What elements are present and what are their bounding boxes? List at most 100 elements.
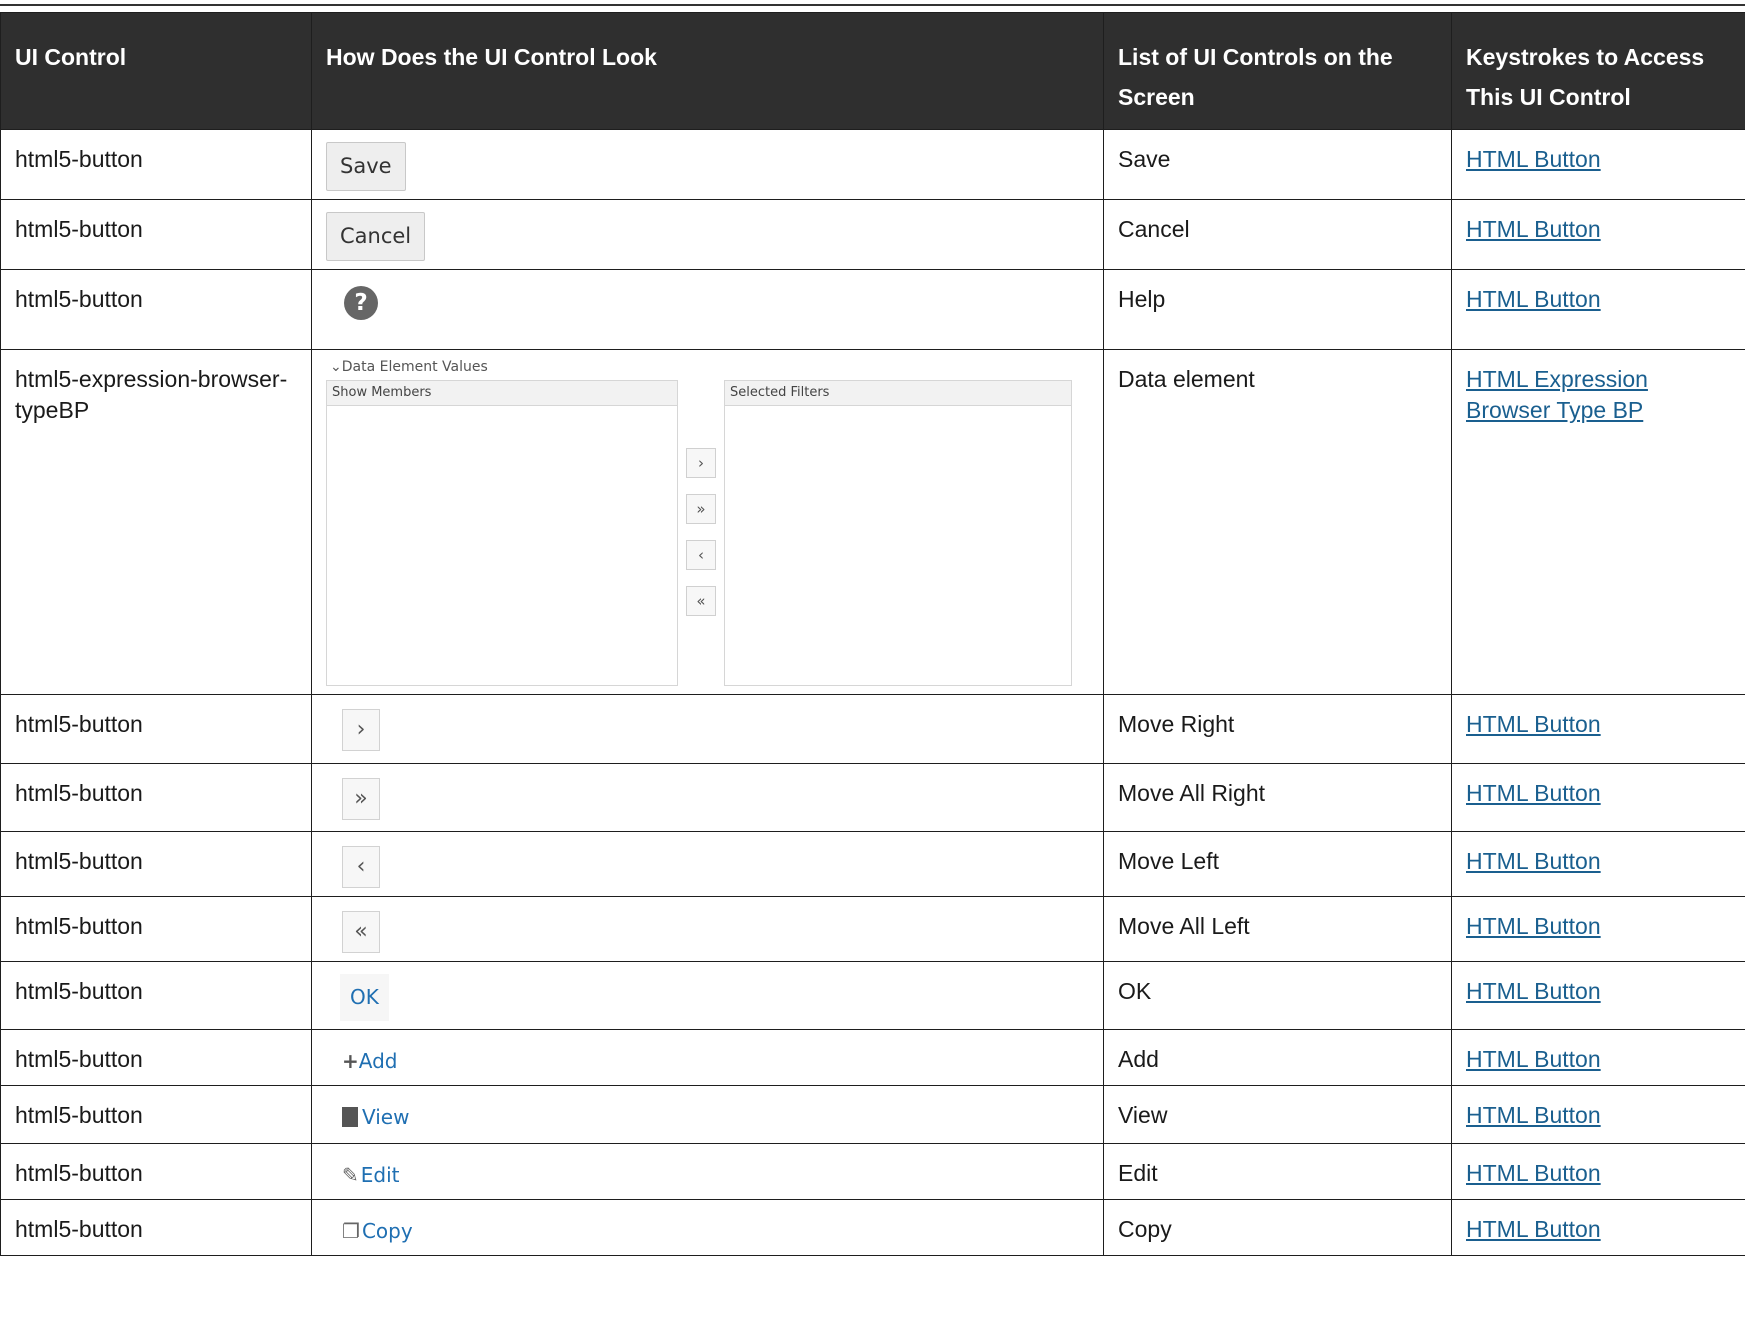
table-row: html5-button ✎ Edit Edit HTML Button <box>0 1143 1745 1200</box>
shuttle-buttons: › » ‹ « <box>686 448 716 632</box>
cell-keys: HTML Button <box>1451 1199 1745 1256</box>
html-button-link[interactable]: HTML Button <box>1466 1102 1601 1128</box>
table-row: html5-button ❐ Copy Copy HTML Button <box>0 1199 1745 1256</box>
header-list: List of UI Controls on the Screen <box>1103 12 1452 130</box>
cell-look: +Add <box>311 1029 1104 1086</box>
header-ui-control: UI Control <box>0 12 312 130</box>
edit-icon: ✎ <box>342 1163 359 1187</box>
table-row: html5-button OK OK HTML Button <box>0 961 1745 1030</box>
cell-name: Cancel <box>1103 199 1452 270</box>
cell-keys: HTML Button <box>1451 129 1745 200</box>
html-button-link[interactable]: HTML Button <box>1466 1046 1601 1072</box>
html-button-link[interactable]: HTML Button <box>1466 286 1601 312</box>
cell-control: html5-button <box>0 1143 312 1200</box>
show-members-panel[interactable]: Show Members <box>326 380 678 686</box>
cell-keys: HTML Button <box>1451 831 1745 897</box>
header-look: How Does the UI Control Look <box>311 12 1104 130</box>
table-header-row: UI Control How Does the UI Control Look … <box>0 12 1745 130</box>
cell-keys: HTML Button <box>1451 269 1745 350</box>
ok-button-sample[interactable]: OK <box>340 974 389 1021</box>
cell-look: ⌄Data Element Values Show Members › » ‹ … <box>311 349 1104 695</box>
table-row: html5-button View View HTML Button <box>0 1085 1745 1144</box>
html-button-link[interactable]: HTML Button <box>1466 711 1601 737</box>
html-button-link[interactable]: HTML Button <box>1466 913 1601 939</box>
html-button-link[interactable]: HTML Button <box>1466 146 1601 172</box>
cell-look: ‹ <box>311 831 1104 897</box>
move-left-button[interactable]: ‹ <box>686 540 716 570</box>
cell-keys: HTML Button <box>1451 896 1745 962</box>
cell-name: OK <box>1103 961 1452 1030</box>
cell-look: Cancel <box>311 199 1104 270</box>
table-row: html5-expression-browser-typeBP ⌄Data El… <box>0 349 1745 695</box>
table-row: html5-button ? Help HTML Button <box>0 269 1745 350</box>
cell-keys: HTML Expression Browser Type BP <box>1451 349 1745 695</box>
html-button-link[interactable]: HTML Button <box>1466 1216 1601 1242</box>
cell-look: View <box>311 1085 1104 1144</box>
html-expression-browser-link[interactable]: HTML Expression Browser Type BP <box>1466 366 1648 423</box>
copy-button-sample[interactable]: ❐ Copy <box>342 1216 413 1247</box>
chevron-left-icon[interactable]: ‹ <box>342 846 380 888</box>
html-button-link[interactable]: HTML Button <box>1466 216 1601 242</box>
cell-name: Move All Right <box>1103 763 1452 832</box>
cell-look: ✎ Edit <box>311 1143 1104 1200</box>
cell-control: html5-button <box>0 1199 312 1256</box>
cell-look: » <box>311 763 1104 832</box>
cell-name: View <box>1103 1085 1452 1144</box>
cell-keys: HTML Button <box>1451 1029 1745 1086</box>
cell-name: Move Right <box>1103 694 1452 764</box>
table-row: html5-button › Move Right HTML Button <box>0 694 1745 764</box>
table-row: html5-button Cancel Cancel HTML Button <box>0 199 1745 270</box>
chevron-right-icon[interactable]: › <box>342 709 380 751</box>
selected-filters-panel[interactable]: Selected Filters <box>724 380 1072 686</box>
double-chevron-right-icon[interactable]: » <box>342 778 380 820</box>
view-button-sample[interactable]: View <box>342 1102 409 1133</box>
cell-control: html5-button <box>0 269 312 350</box>
html-button-link[interactable]: HTML Button <box>1466 848 1601 874</box>
cell-keys: HTML Button <box>1451 199 1745 270</box>
cell-name: Data element <box>1103 349 1452 695</box>
selected-filters-header: Selected Filters <box>725 381 1071 406</box>
cell-control: html5-button <box>0 1029 312 1086</box>
cell-name: Copy <box>1103 1199 1452 1256</box>
add-button-sample[interactable]: +Add <box>342 1046 398 1077</box>
cell-control: html5-button <box>0 896 312 962</box>
move-all-right-button[interactable]: » <box>686 494 716 524</box>
show-members-header: Show Members <box>327 381 677 406</box>
save-button-sample[interactable]: Save <box>326 142 406 191</box>
cell-control: html5-button <box>0 129 312 200</box>
cell-keys: HTML Button <box>1451 763 1745 832</box>
edit-button-sample[interactable]: ✎ Edit <box>342 1160 400 1191</box>
cell-control: html5-button <box>0 763 312 832</box>
document-icon <box>342 1107 358 1127</box>
move-all-left-button[interactable]: « <box>686 586 716 616</box>
cell-look: « <box>311 896 1104 962</box>
cell-control: html5-expression-browser-typeBP <box>0 349 312 695</box>
cancel-button-sample[interactable]: Cancel <box>326 212 426 261</box>
table-row: html5-button Save Save HTML Button <box>0 129 1745 200</box>
cell-keys: HTML Button <box>1451 1085 1745 1144</box>
cell-control: html5-button <box>0 694 312 764</box>
help-icon[interactable]: ? <box>344 286 378 320</box>
cell-control: html5-button <box>0 199 312 270</box>
html-button-link[interactable]: HTML Button <box>1466 780 1601 806</box>
cell-control: html5-button <box>0 831 312 897</box>
table-row: html5-button » Move All Right HTML Butto… <box>0 763 1745 832</box>
cell-name: Save <box>1103 129 1452 200</box>
cell-look: ? <box>311 269 1104 350</box>
html-button-link[interactable]: HTML Button <box>1466 978 1601 1004</box>
cell-look: OK <box>311 961 1104 1030</box>
double-chevron-left-icon[interactable]: « <box>342 911 380 953</box>
move-right-button[interactable]: › <box>686 448 716 478</box>
cell-name: Move All Left <box>1103 896 1452 962</box>
expression-browser-sample: ⌄Data Element Values Show Members › » ‹ … <box>326 358 1072 686</box>
cell-name: Add <box>1103 1029 1452 1086</box>
header-keystrokes: Keystrokes to Access This UI Control <box>1451 12 1745 130</box>
html-button-link[interactable]: HTML Button <box>1466 1160 1601 1186</box>
cell-control: html5-button <box>0 961 312 1030</box>
cell-name: Edit <box>1103 1143 1452 1200</box>
table-row: html5-button « Move All Left HTML Button <box>0 896 1745 962</box>
ui-controls-table: UI Control How Does the UI Control Look … <box>0 12 1745 1256</box>
table-row: html5-button +Add Add HTML Button <box>0 1029 1745 1086</box>
cell-keys: HTML Button <box>1451 1143 1745 1200</box>
cell-control: html5-button <box>0 1085 312 1144</box>
